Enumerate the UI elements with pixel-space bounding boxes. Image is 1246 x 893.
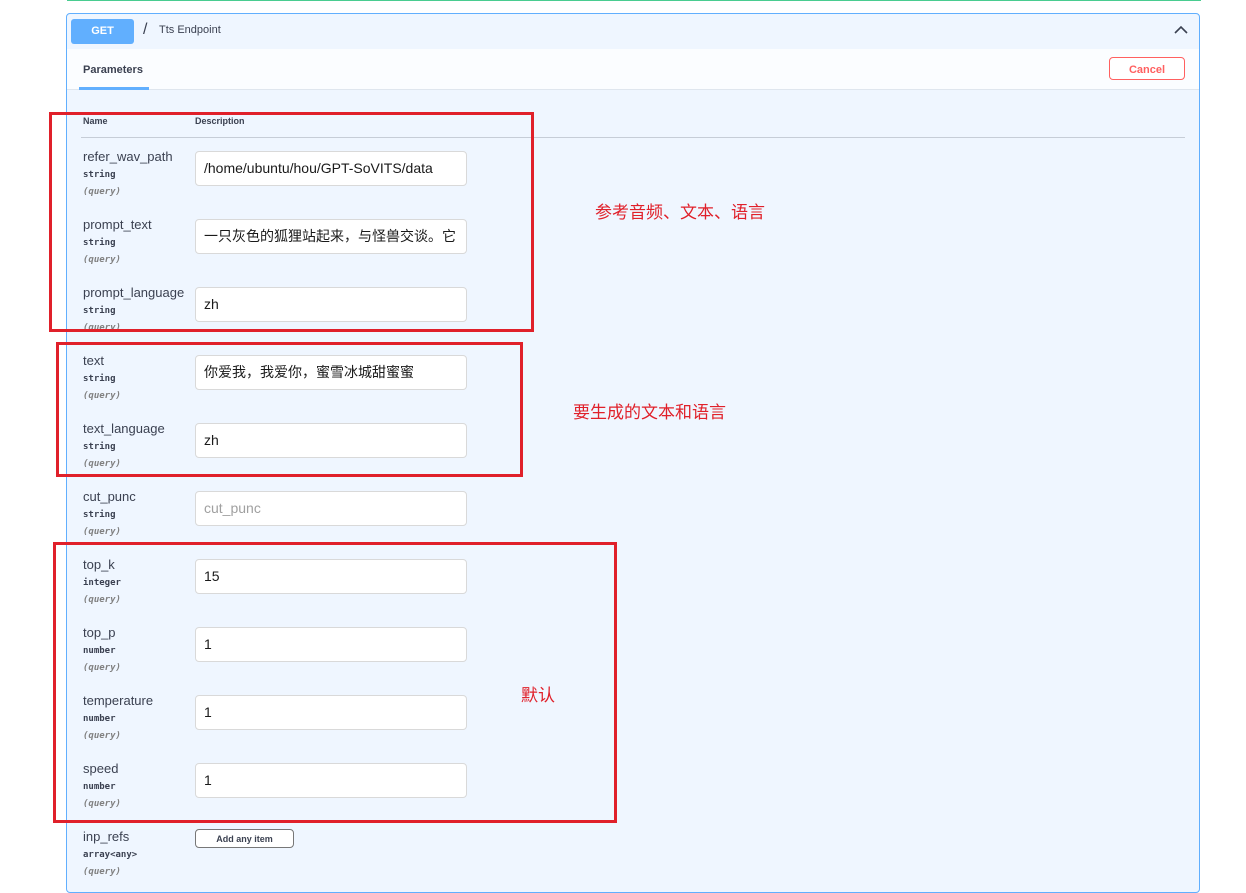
tab-parameters[interactable]: Parameters: [83, 64, 143, 76]
opblock-summary[interactable]: GET / Tts Endpoint: [67, 14, 1199, 50]
annotation-box-target: [56, 342, 523, 477]
path-separator: /: [143, 21, 148, 38]
param-location: (query): [83, 527, 121, 537]
annotation-box-reference: [49, 112, 534, 332]
param-name: inp_refs: [83, 829, 130, 844]
previous-block-border: [67, 0, 1201, 1]
annotation-text-reference: 参考音频、文本、语言: [595, 203, 765, 223]
param-type: array<any>: [83, 850, 138, 860]
method-badge: GET: [71, 19, 134, 44]
cut-punc-input[interactable]: cut_punc: [195, 491, 467, 526]
annotation-text-default: 默认: [521, 686, 555, 706]
parameters-header: Parameters Cancel: [67, 49, 1199, 90]
param-type: string: [83, 510, 116, 520]
operation-name: Tts Endpoint: [159, 24, 221, 36]
cancel-button[interactable]: Cancel: [1109, 57, 1185, 80]
param-location: (query): [83, 867, 121, 877]
annotation-text-target: 要生成的文本和语言: [573, 403, 726, 423]
param-name: cut_punc: [83, 489, 136, 504]
chevron-up-icon[interactable]: [1173, 22, 1189, 38]
tab-active-indicator: [79, 87, 149, 90]
add-item-button[interactable]: Add any item: [195, 829, 294, 848]
